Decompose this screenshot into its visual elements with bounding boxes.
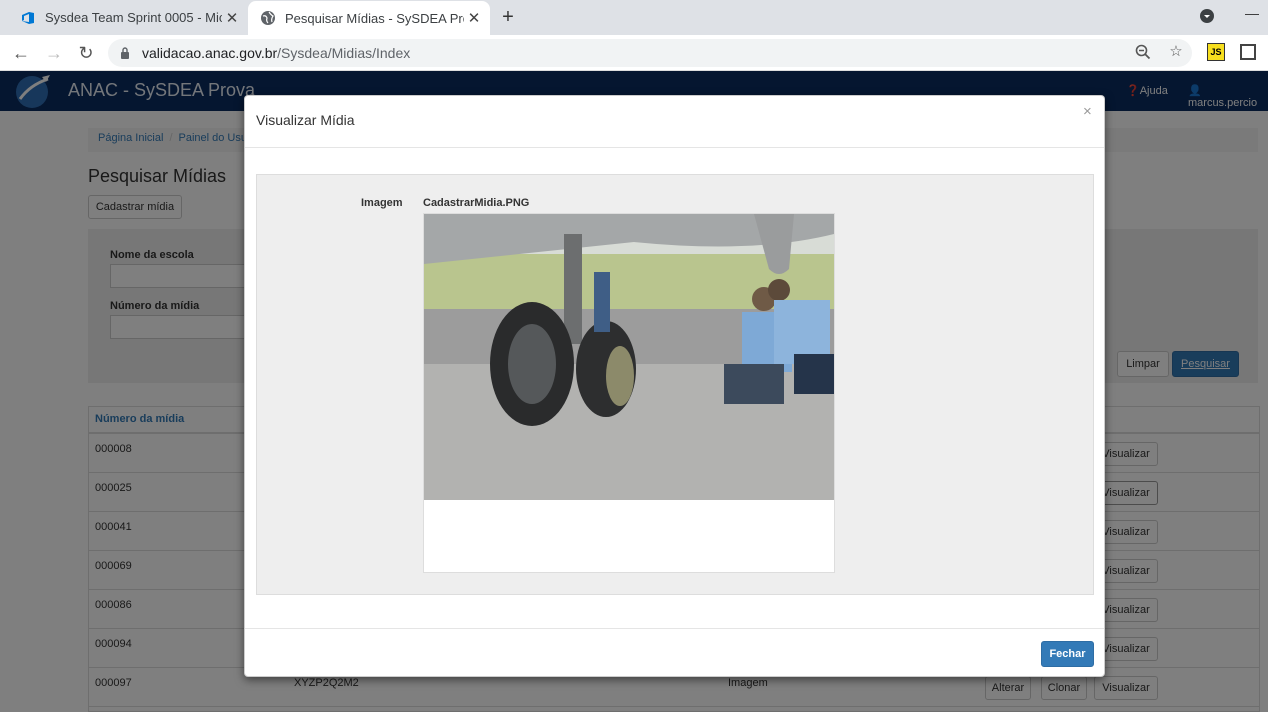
tab-pesquisar-midias[interactable]: Pesquisar Mídias - SySDEA Prova ✕ [248, 1, 490, 35]
close-icon[interactable]: ✕ [222, 9, 242, 27]
star-icon[interactable]: ☆ [1166, 42, 1186, 60]
reader-extension-icon[interactable] [1240, 44, 1256, 60]
azure-devops-icon [22, 11, 34, 24]
tab-sysdea-sprint[interactable]: Sysdea Team Sprint 0005 - Micro ✕ [8, 0, 248, 35]
js-extension-icon[interactable]: JS [1207, 43, 1225, 61]
url-text: validacao.anac.gov.br/Sysdea/Midias/Inde… [142, 45, 411, 61]
image-label: Imagem [361, 197, 403, 209]
back-arrow-icon[interactable]: ← [9, 42, 33, 64]
close-icon[interactable]: ✕ [464, 9, 484, 27]
lock-icon [121, 47, 129, 59]
new-tab-plus-icon[interactable]: + [496, 6, 520, 28]
tab-title: Pesquisar Mídias - SySDEA Prova [285, 10, 464, 26]
url-bar[interactable]: validacao.anac.gov.br/Sysdea/Midias/Inde… [108, 39, 1192, 67]
close-icon[interactable]: × [1083, 103, 1092, 120]
globe-icon [261, 11, 275, 25]
media-image [423, 213, 835, 573]
profile-menu-icon[interactable] [1200, 9, 1214, 26]
zoom-icon[interactable] [1133, 44, 1153, 62]
modal-header [245, 96, 1104, 148]
minimize-icon[interactable]: — [1245, 5, 1259, 21]
view-media-modal: Visualizar Mídia × Imagem CadastrarMidia… [244, 95, 1105, 677]
modal-title: Visualizar Mídia [256, 112, 355, 128]
file-name: CadastrarMidia.PNG [423, 197, 530, 209]
fechar-button[interactable]: Fechar [1041, 641, 1094, 667]
aircraft-landing-gear-photo [424, 214, 834, 500]
reload-icon[interactable]: ↻ [74, 42, 98, 64]
modal-body: Imagem CadastrarMidia.PNG [256, 174, 1094, 595]
modal-footer-divider [245, 628, 1104, 629]
forward-arrow-icon[interactable]: → [42, 42, 66, 64]
tab-title: Sysdea Team Sprint 0005 - Micro [45, 10, 222, 25]
